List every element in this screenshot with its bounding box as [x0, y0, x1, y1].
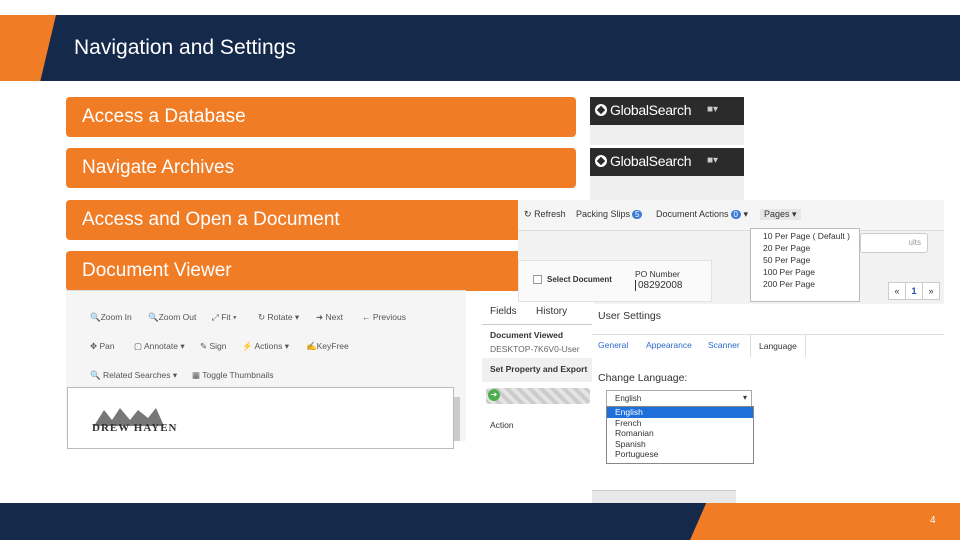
- move-icon: ✥: [90, 341, 98, 351]
- actions-button[interactable]: ⚡ Actions ▾: [242, 341, 289, 352]
- po-number-label: PO Number: [635, 269, 680, 279]
- globalsearch-logo-icon: [595, 104, 607, 116]
- document-actions-badge: 0: [730, 210, 741, 219]
- action-label: Action: [490, 420, 514, 430]
- key-icon: ✍: [306, 341, 317, 351]
- previous-button[interactable]: ← Previous: [362, 312, 406, 322]
- pages-dropdown-menu: 10 Per Page ( Default ) 20 Per Page 50 P…: [750, 228, 860, 302]
- slide-title: Navigation and Settings: [74, 36, 296, 59]
- language-option[interactable]: English: [607, 407, 753, 418]
- language-options-list: English French Romanian Spanish Portugue…: [606, 406, 754, 464]
- pager-next[interactable]: »: [922, 282, 940, 300]
- pager-current[interactable]: 1: [905, 282, 923, 300]
- expand-icon: ⤢: [212, 312, 219, 322]
- results-input[interactable]: ults: [860, 233, 928, 253]
- progress-bar: [486, 388, 590, 404]
- rotate-button[interactable]: ↻ Rotate ▾: [258, 312, 299, 323]
- divider: [482, 324, 594, 325]
- document-logo-text: DREW HAYEN: [92, 422, 178, 434]
- globalsearch-brand: GlobalSearch: [610, 102, 692, 118]
- history-entry-user: DESKTOP-7K6V0-User: [490, 344, 580, 354]
- globalsearch-header-1: GlobalSearch ■▾: [590, 97, 744, 125]
- comment-icon: ▢: [134, 341, 143, 351]
- pages-dropdown-button[interactable]: Pages ▾: [760, 209, 801, 220]
- related-searches-button[interactable]: 🔍 Related Searches ▾: [90, 370, 177, 381]
- history-entry-title: Document Viewed: [490, 330, 564, 340]
- document-canvas[interactable]: DREW HAYEN: [67, 387, 454, 449]
- zoom-out-button[interactable]: 🔍Zoom Out: [148, 312, 196, 323]
- pages-option[interactable]: 200 Per Page: [751, 279, 859, 289]
- tab-appearance[interactable]: Appearance: [646, 340, 692, 350]
- tab-scanner[interactable]: Scanner: [708, 340, 740, 350]
- lock-icon[interactable]: ■▾: [707, 104, 718, 115]
- viewer-scrollbar[interactable]: [454, 397, 460, 441]
- change-language-label: Change Language:: [598, 372, 688, 384]
- language-option[interactable]: Romanian: [607, 428, 753, 439]
- tab-general[interactable]: General: [598, 340, 628, 350]
- pagination: « 1 »: [886, 280, 942, 300]
- keyfree-button[interactable]: ✍KeyFree: [306, 341, 349, 352]
- pages-option[interactable]: 50 Per Page: [751, 255, 859, 265]
- chevron-down-icon: ▾: [742, 393, 747, 402]
- annotate-button[interactable]: ▢ Annotate ▾: [134, 341, 185, 352]
- fit-button[interactable]: ⤢ Fit ▾: [212, 312, 237, 323]
- pages-option[interactable]: 10 Per Page ( Default ): [751, 231, 859, 241]
- packing-slips-button[interactable]: Packing Slips 5: [576, 209, 643, 219]
- user-settings-screenshot: User Settings General Appearance Scanner…: [592, 304, 944, 505]
- sign-button[interactable]: ✎ Sign: [200, 341, 227, 352]
- globalsearch-brand: GlobalSearch: [610, 153, 692, 169]
- chevron-down-icon: ▾: [743, 209, 749, 219]
- packing-slips-badge: 5: [632, 210, 643, 219]
- pages-option[interactable]: 20 Per Page: [751, 243, 859, 253]
- arrow-left-icon: ←: [362, 312, 371, 322]
- bolt-icon: ⚡: [242, 341, 253, 351]
- item-navigate-archives[interactable]: Navigate Archives: [66, 148, 576, 188]
- tab-fields[interactable]: Fields: [490, 306, 517, 317]
- arrow-right-icon: ➜: [316, 312, 324, 322]
- po-number-value[interactable]: 08292008: [635, 280, 683, 291]
- screenshot-gap: [590, 176, 744, 200]
- language-option[interactable]: Portuguese: [607, 449, 753, 460]
- toggle-thumbnails-button[interactable]: ▦ Toggle Thumbnails: [192, 370, 273, 381]
- pan-button[interactable]: ✥ Pan: [90, 341, 115, 352]
- language-option[interactable]: French: [607, 418, 753, 429]
- item-open-document[interactable]: Access and Open a Document: [66, 200, 576, 240]
- pager-prev[interactable]: «: [888, 282, 906, 300]
- toolbar-row: ↻ Refresh Packing Slips 5 Document Action…: [518, 200, 944, 231]
- set-property-label: Set Property and Export: [490, 364, 588, 374]
- pages-option[interactable]: 100 Per Page: [751, 267, 859, 277]
- search-icon: 🔍: [90, 370, 101, 380]
- zoom-out-icon: 🔍: [148, 312, 159, 322]
- zoom-in-button[interactable]: 🔍Zoom In: [90, 312, 132, 323]
- page-number: 4: [930, 515, 936, 526]
- lock-icon[interactable]: ■▾: [707, 155, 718, 166]
- globalsearch-logo-icon: [595, 155, 607, 167]
- footer-accent: [690, 503, 960, 540]
- rotate-icon: ↻: [258, 312, 266, 322]
- refresh-icon: ↻: [524, 209, 532, 219]
- item-document-viewer[interactable]: Document Viewer: [66, 251, 576, 291]
- select-document-checkbox[interactable]: [533, 275, 542, 284]
- item-access-database[interactable]: Access a Database: [66, 97, 576, 137]
- check-icon: ➜: [488, 389, 500, 401]
- refresh-button[interactable]: ↻ Refresh: [524, 209, 566, 220]
- screenshot-gap: [590, 125, 744, 145]
- document-actions-button[interactable]: Document Actions 0 ▾: [656, 209, 748, 220]
- tab-history[interactable]: History: [536, 306, 567, 317]
- thumbnails-icon: ▦: [192, 370, 201, 380]
- pen-icon: ✎: [200, 341, 208, 351]
- language-option[interactable]: Spanish: [607, 439, 753, 450]
- globalsearch-header-2: GlobalSearch ■▾: [590, 148, 744, 176]
- select-document-label: Select Document: [547, 275, 612, 284]
- fields-history-panel: Fields History Document Viewed DESKTOP-7…: [482, 302, 594, 442]
- chevron-down-icon: ▾: [792, 209, 797, 219]
- user-settings-title: User Settings: [598, 310, 662, 322]
- next-button[interactable]: ➜ Next: [316, 312, 343, 323]
- zoom-in-icon: 🔍: [90, 312, 101, 322]
- tab-language[interactable]: Language: [750, 334, 806, 357]
- document-viewer-screenshot: 🔍Zoom In 🔍Zoom Out ⤢ Fit ▾ ↻ Rotate ▾ ➜ …: [66, 290, 466, 449]
- select-document-area: Select Document PO Number 08292008: [518, 260, 712, 302]
